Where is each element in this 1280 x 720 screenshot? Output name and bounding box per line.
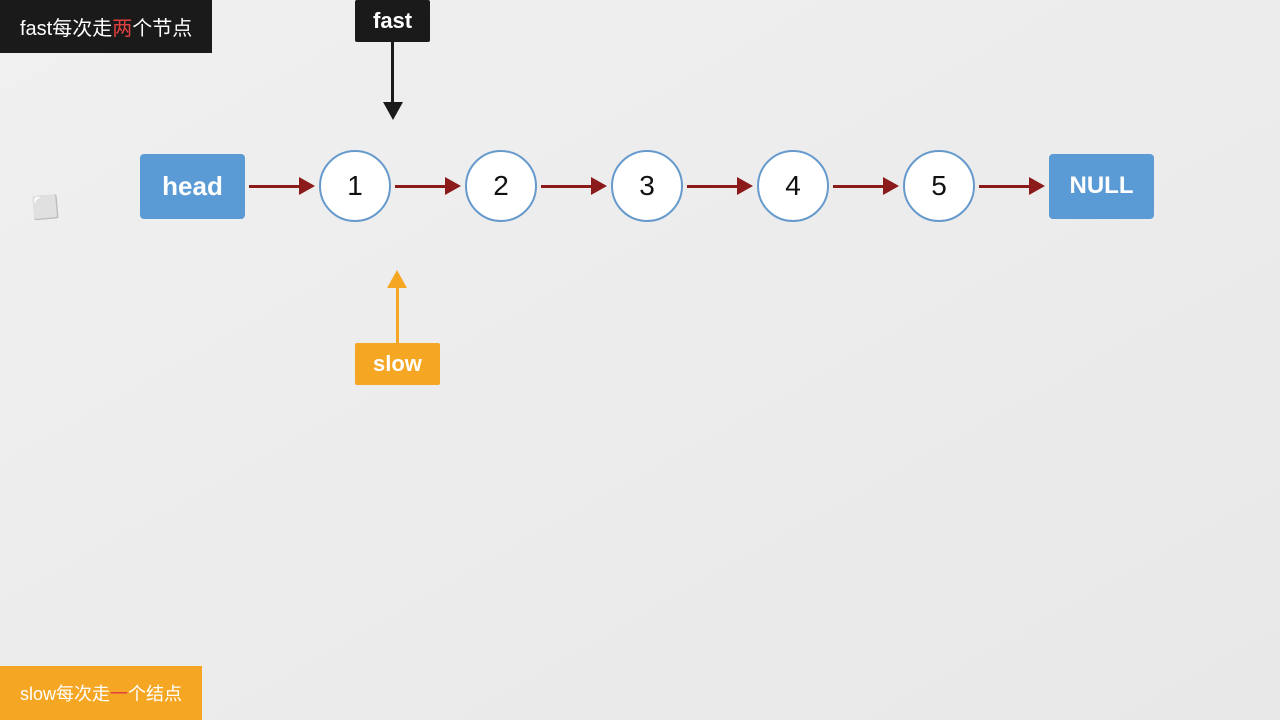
arrow-3-to-4 [687, 177, 753, 195]
arrow-1-to-2 [395, 177, 461, 195]
list-row: head 1 2 3 [140, 150, 1154, 222]
bottom-banner: slow每次走一个结点 [0, 666, 202, 720]
bottom-banner-highlight: 一 [110, 684, 128, 704]
arrow-4-to-5 [833, 177, 899, 195]
bottom-banner-text-after: 个结点 [128, 684, 182, 704]
slow-pointer-container: slow [355, 270, 440, 385]
node-5: 5 [903, 150, 975, 222]
arrow-2-to-3 [541, 177, 607, 195]
slow-arrow-line [396, 288, 399, 343]
arrow-line [249, 185, 299, 188]
fast-pointer-container: fast [355, 0, 430, 120]
node-4: 4 [757, 150, 829, 222]
top-banner-text-after: 个节点 [132, 18, 192, 40]
slow-label: slow [355, 343, 440, 385]
head-box: head [140, 154, 245, 219]
node-1: 1 [319, 150, 391, 222]
node-3: 3 [611, 150, 683, 222]
linked-list-diagram: fast head 1 2 [140, 150, 1154, 222]
fast-arrow-head [383, 102, 403, 120]
top-banner-highlight: 两 [112, 18, 132, 40]
arrow-head-icon [299, 177, 315, 195]
top-banner: fast每次走两个节点 [0, 0, 212, 53]
arrow-head-to-1 [249, 177, 315, 195]
fast-label: fast [355, 0, 430, 42]
node-2: 2 [465, 150, 537, 222]
slow-arrow-head [387, 270, 407, 288]
bottom-banner-text-before: slow每次走 [20, 684, 110, 704]
null-box: NULL [1049, 154, 1154, 219]
arrow-5-to-null [979, 177, 1045, 195]
null-label: NULL [1070, 172, 1134, 200]
fast-arrow-line [391, 42, 394, 102]
cursor-icon: ⬜ [31, 194, 61, 222]
head-label: head [162, 171, 223, 202]
top-banner-text-before: fast每次走 [20, 18, 112, 40]
